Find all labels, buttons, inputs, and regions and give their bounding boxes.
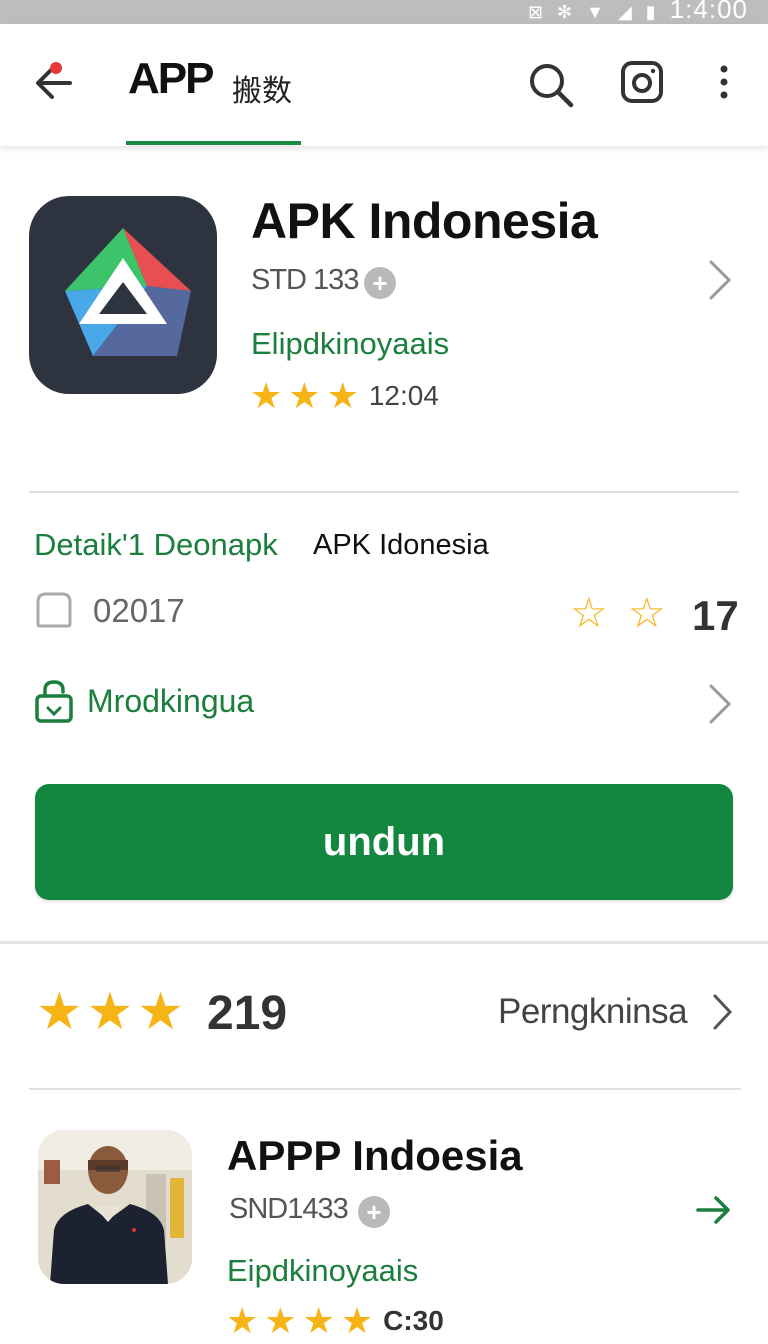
app-rating: ★ ★ ★ 12:04 — [250, 378, 439, 414]
search-icon — [530, 64, 574, 108]
rating-summary-stars: ★ ★ ★ — [36, 986, 184, 1038]
nfc-icon: ⊠ — [527, 2, 544, 22]
plus-icon[interactable]: + — [364, 267, 396, 299]
star-icon: ★ — [288, 375, 321, 416]
app-bar: APP 搬数 — [0, 24, 768, 146]
detail-value: APK Idonesia — [313, 529, 489, 561]
app-details-chevron[interactable] — [705, 258, 735, 302]
chevron-right-icon — [709, 684, 732, 724]
status-time: 1:4:00 — [669, 0, 748, 24]
download-button[interactable]: undun — [35, 784, 733, 900]
detail-label[interactable]: Detaik'1 Deonapk — [34, 527, 278, 563]
plus-icon[interactable]: + — [358, 1196, 390, 1228]
star-icon: ★ — [36, 983, 83, 1041]
camera-button[interactable] — [620, 60, 664, 104]
related-app-developer[interactable]: Eipdkinoyaais — [227, 1253, 418, 1289]
chevron-right-icon — [713, 994, 733, 1030]
signal-icon: ◢ — [617, 2, 632, 22]
person-photo — [38, 1130, 192, 1284]
more-options-button[interactable] — [712, 62, 736, 106]
star-outline-icon: ☆ — [570, 589, 608, 636]
settings-icon: ✻ — [557, 2, 573, 22]
star-icon: ★ — [264, 1300, 297, 1341]
star-icon: ★ — [137, 983, 184, 1041]
lock-icon — [34, 678, 74, 724]
related-app-size: SND1433 — [229, 1193, 349, 1225]
app-bar-title: APP — [128, 54, 214, 103]
search-button[interactable] — [526, 60, 576, 110]
avatar[interactable] — [38, 1130, 192, 1284]
star-icon: ★ — [250, 375, 283, 416]
reviews-link[interactable]: Perngkninsa — [498, 992, 688, 1032]
related-app-open-button[interactable] — [694, 1190, 734, 1230]
star-icon: ★ — [226, 1300, 259, 1341]
app-icon[interactable] — [29, 196, 217, 394]
reviews-chevron[interactable] — [710, 990, 740, 1034]
document-icon — [34, 590, 74, 630]
app-developer-link[interactable]: Elipdkinoyaais — [251, 326, 449, 362]
mode-link[interactable]: Mrodkingua — [87, 683, 254, 720]
star-icon: ★ — [340, 1300, 374, 1341]
divider — [29, 491, 739, 493]
star-icon: ★ — [326, 375, 359, 416]
rating-count: 219 — [207, 987, 288, 1040]
star-icon: ★ — [86, 983, 134, 1041]
app-name: APK Indonesia — [251, 193, 598, 249]
status-bar: ⊠ ✻ ▼ ◢ ▮ 1:4:00 — [0, 0, 768, 24]
app-size: STD 133 — [251, 264, 359, 296]
related-rating-text: C:30 — [383, 1305, 444, 1336]
notification-dot — [50, 62, 62, 74]
star-icon: ★ — [302, 1300, 335, 1341]
battery-icon: ▮ — [645, 2, 656, 22]
instagram-icon — [621, 61, 663, 103]
chevron-right-icon — [709, 260, 732, 300]
related-app-name[interactable]: APPP Indoesia — [227, 1132, 523, 1180]
arrow-right-icon — [696, 1196, 730, 1224]
star-outline-icon: ☆ — [628, 589, 666, 636]
star-count: 17 — [692, 592, 739, 639]
app-logo-icon — [65, 228, 191, 356]
app-bar-title-suffix: 搬数 — [232, 74, 292, 109]
rating-text: 12:04 — [368, 380, 439, 411]
title-underline — [126, 141, 301, 145]
section-divider — [0, 941, 768, 944]
more-vert-icon — [720, 65, 728, 99]
divider — [29, 1088, 741, 1090]
version-text: 02017 — [93, 592, 185, 629]
mode-chevron[interactable] — [705, 682, 735, 726]
related-app-rating: ★ ★ ★ ★ C:30 — [226, 1303, 444, 1339]
wifi-icon: ▼ — [586, 2, 604, 22]
